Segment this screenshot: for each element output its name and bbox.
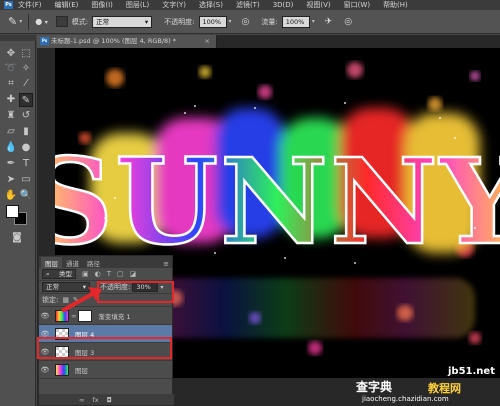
menu-file[interactable]: 文件(F) — [18, 0, 42, 10]
menu-edit[interactable]: 编辑(E) — [55, 0, 79, 10]
filter-adjust-icon[interactable]: ◐ — [95, 270, 101, 278]
divider — [28, 13, 30, 30]
type-tool-icon[interactable]: T — [19, 157, 33, 171]
tab-channels[interactable]: 通道 — [62, 257, 83, 268]
sunny-text: SUNNY — [55, 132, 500, 271]
clone-stamp-tool-icon[interactable]: ♜ — [4, 109, 18, 123]
layer-name: 图层 — [75, 366, 88, 375]
filter-type-icon[interactable]: T — [107, 270, 111, 278]
opacity-field[interactable]: 100% — [198, 15, 227, 28]
opacity-highlight-box — [97, 281, 174, 303]
filter-smart-icon[interactable]: ◪ — [130, 270, 137, 278]
lock-label: 锁定: — [42, 296, 59, 304]
brush-tool-active-icon[interactable]: ✎ — [19, 93, 33, 107]
blur-tool-icon[interactable]: 💧 — [4, 141, 18, 155]
brush-tool-icon[interactable]: ✎ — [8, 15, 17, 28]
watermark-brand: 教程网 — [428, 382, 461, 395]
menu-select[interactable]: 选择(S) — [199, 0, 223, 10]
lasso-tool-icon[interactable]: ➰ — [4, 62, 18, 76]
layers-panel: 图层 通道 路径 ≡ ⌕ 类型 ▣ ◐ T ▢ ◪ 正常 ▾ 不透明度: 30%… — [38, 255, 174, 406]
flow-label: 流量: — [261, 17, 278, 26]
layer-row[interactable]: 👁 图层 — [39, 361, 172, 379]
tools-panel: ✥ ⬚ ➰ ✧ ⌗ ⁄ ✚ ✎ ♜ ↺ ▱ ▮ 💧 ● ✒ T ➤ ▭ ✋ 🔍 … — [0, 35, 36, 406]
rectangle-tool-icon[interactable]: ▭ — [19, 173, 33, 187]
opacity-value: 100% — [202, 17, 222, 26]
opacity-dropdown-icon[interactable]: ▾ — [229, 18, 232, 25]
eraser-tool-icon[interactable]: ▱ — [4, 125, 18, 139]
move-tool-icon[interactable]: ✥ — [4, 47, 18, 61]
options-bar: ✎ ▾ ● ▾ 模式: 正常 ▾ 不透明度: 100% ▾ ◎ 流量: 100%… — [0, 10, 500, 34]
mode-select[interactable]: 正常 ▾ — [92, 15, 153, 28]
menu-window[interactable]: 窗口(W) — [344, 0, 370, 10]
watermark-site: jb51.net — [448, 366, 495, 377]
marquee-tool-icon[interactable]: ⬚ — [19, 47, 33, 61]
arrow-annotation — [61, 287, 102, 313]
flow-dropdown-icon[interactable]: ▾ — [312, 18, 315, 25]
menu-layer[interactable]: 图层(L) — [126, 0, 149, 10]
add-mask-icon[interactable]: ◘ — [107, 396, 112, 404]
pressure-opacity-icon[interactable]: ◎ — [242, 17, 250, 27]
quick-mask-icon[interactable]: ◙ — [10, 231, 24, 245]
dodge-tool-icon[interactable]: ● — [19, 141, 33, 155]
layer-filter-select[interactable]: ⌕ 类型 — [42, 269, 76, 279]
filter-row: ⌕ 类型 ▣ ◐ T ▢ ◪ — [39, 268, 172, 281]
path-selection-tool-icon[interactable]: ➤ — [4, 173, 18, 187]
menu-view[interactable]: 视图(V) — [306, 0, 330, 10]
filter-pixel-icon[interactable]: ▣ — [82, 270, 89, 278]
magic-wand-tool-icon[interactable]: ✧ — [19, 62, 33, 76]
flow-field[interactable]: 100% — [281, 15, 310, 28]
filter-value: 类型 — [59, 270, 72, 278]
menu-filter[interactable]: 滤镜(T) — [236, 0, 260, 10]
document-title: 未标题-1.psd @ 100% (图层 4, RGB/8) * — [51, 37, 177, 45]
layers-footer: ∞ fx ◘ — [39, 394, 174, 405]
watermark-tag: 查字典 — [356, 380, 393, 394]
link-layers-icon[interactable]: ∞ — [79, 396, 84, 404]
menu-type[interactable]: 文字(Y) — [162, 0, 186, 10]
chevron-down-icon: ▾ — [144, 17, 149, 26]
airbrush-icon[interactable]: ✈ — [325, 17, 333, 27]
menu-help[interactable]: 帮助(H) — [383, 0, 408, 10]
filter-shape-icon[interactable]: ▢ — [117, 270, 124, 278]
panel-tabs: 图层 通道 路径 ≡ — [39, 256, 172, 268]
layer-highlight-box — [37, 337, 172, 359]
zoom-tool-icon[interactable]: 🔍 — [19, 189, 33, 203]
eye-icon[interactable]: 👁 — [39, 312, 51, 320]
fx-button[interactable]: fx — [92, 396, 98, 404]
flow-value: 100% — [285, 17, 305, 26]
pressure-size-icon[interactable]: ◎ — [344, 17, 352, 27]
gradient-tool-icon[interactable]: ▮ — [19, 125, 33, 139]
layer-row[interactable]: 👁 ∞ 渐变填充 1 — [39, 307, 172, 325]
photoshop-logo: Ps — [4, 1, 13, 9]
eyedropper-tool-icon[interactable]: ⁄ — [19, 77, 33, 91]
menu-image[interactable]: 图像(I) — [91, 0, 113, 10]
close-icon[interactable]: × — [205, 35, 210, 48]
tab-paths[interactable]: 路径 — [83, 257, 104, 268]
tab-layers[interactable]: 图层 — [41, 257, 62, 268]
eye-icon[interactable]: 👁 — [39, 366, 51, 374]
brush-panel-icon[interactable] — [55, 16, 68, 27]
document-tab[interactable]: Ps 未标题-1.psd @ 100% (图层 4, RGB/8) * × — [37, 35, 217, 48]
mode-label: 模式: — [71, 17, 89, 26]
mode-value: 正常 — [96, 17, 110, 26]
hand-tool-icon[interactable]: ✋ — [4, 189, 18, 203]
tools-panel-header — [0, 35, 36, 41]
foreground-color-swatch[interactable] — [6, 205, 19, 218]
document-icon: Ps — [40, 37, 49, 45]
tool-preset-dropdown-icon[interactable]: ▾ — [19, 18, 22, 25]
menu-bar: Ps 文件(F) 编辑(E) 图像(I) 图层(L) 文字(Y) 选择(S) 滤… — [0, 0, 500, 10]
menu-3d[interactable]: 3D(D) — [273, 1, 294, 9]
watermark-url: jiaocheng.chazidian.com — [362, 395, 449, 403]
layer-thumbnail — [55, 363, 69, 376]
blend-value: 正常 — [46, 283, 59, 291]
history-brush-tool-icon[interactable]: ↺ — [19, 109, 33, 123]
brush-size-icon[interactable]: ● ▾ — [35, 17, 48, 26]
healing-tool-icon[interactable]: ✚ — [4, 93, 18, 107]
opacity-label: 不透明度: — [164, 17, 195, 26]
crop-tool-icon[interactable]: ⌗ — [4, 77, 18, 91]
pen-tool-icon[interactable]: ✒ — [4, 157, 18, 171]
panel-menu-icon[interactable]: ≡ — [163, 260, 169, 268]
search-icon: ⌕ — [46, 270, 50, 278]
